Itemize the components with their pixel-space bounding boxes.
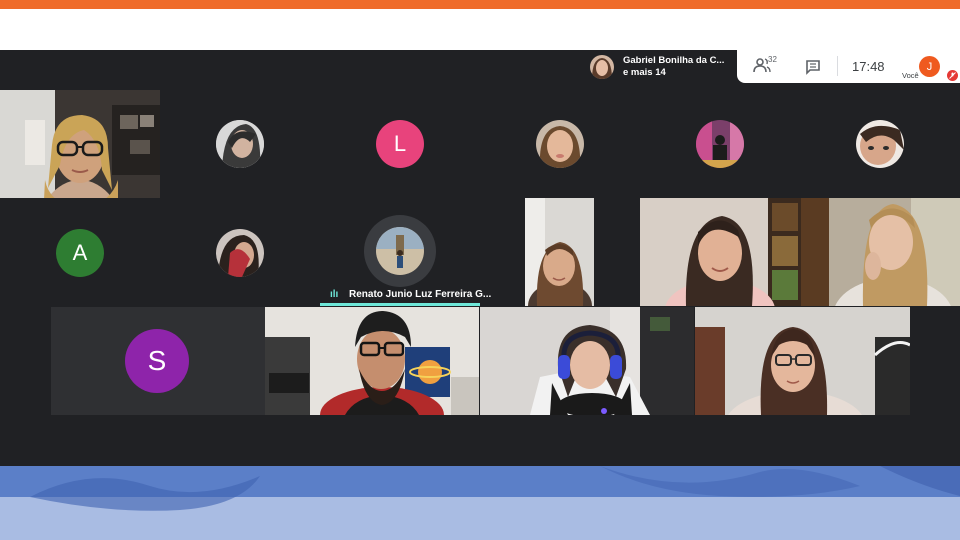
participant-photo bbox=[590, 54, 614, 79]
pinned-speaker-chip[interactable]: Gabriel Bonilha da C... e mais 14 bbox=[585, 50, 737, 83]
participant-photo bbox=[376, 227, 424, 275]
video-feed bbox=[801, 198, 960, 306]
video-feed bbox=[480, 307, 694, 415]
participant-photo-avatar[interactable] bbox=[696, 120, 744, 168]
video-tile-4[interactable] bbox=[801, 198, 960, 306]
avatar-a[interactable]: A bbox=[56, 229, 104, 277]
participant-photo-avatar[interactable] bbox=[856, 120, 904, 168]
participant-photo bbox=[216, 229, 264, 277]
video-feed bbox=[265, 307, 479, 415]
pinned-more: e mais 14 bbox=[623, 66, 666, 78]
tile-s[interactable]: S bbox=[51, 307, 265, 415]
participants-count: 32 bbox=[768, 55, 777, 64]
sound-wave-icon: ılı bbox=[330, 289, 339, 300]
participant-photo bbox=[696, 120, 744, 168]
participants-button[interactable]: 32 bbox=[753, 55, 777, 75]
pinned-avatar bbox=[590, 54, 614, 79]
participant-photo bbox=[856, 120, 904, 168]
avatar-initial: L bbox=[393, 131, 407, 156]
chat-icon bbox=[806, 60, 820, 75]
participant-photo bbox=[216, 120, 264, 168]
participant-photo-avatar[interactable] bbox=[216, 229, 264, 277]
participant-name: Renato Junio Luz Ferreira G... bbox=[349, 289, 492, 300]
screen: L A ılı Renato Junio Luz Ferreira G... S… bbox=[0, 0, 960, 540]
decoration-shapes bbox=[30, 466, 960, 511]
self-initial: J bbox=[926, 60, 933, 73]
video-tile-6[interactable] bbox=[480, 307, 694, 415]
avatar-initial: A bbox=[72, 240, 88, 265]
video-tile-7[interactable] bbox=[695, 307, 910, 415]
avatar-initial: S bbox=[147, 345, 167, 376]
video-feed bbox=[0, 90, 160, 198]
divider bbox=[837, 56, 838, 76]
speaking-indicator bbox=[320, 303, 480, 306]
mic-off-icon bbox=[947, 70, 958, 81]
video-tile-1[interactable] bbox=[0, 90, 160, 198]
video-tile-2[interactable] bbox=[525, 198, 594, 306]
participant-photo bbox=[536, 120, 584, 168]
clock-time: 17:48 bbox=[852, 59, 885, 74]
background-decoration bbox=[0, 466, 960, 540]
participant-photo-avatar[interactable] bbox=[216, 120, 264, 168]
self-avatar[interactable]: J bbox=[919, 56, 940, 77]
video-tile-5[interactable] bbox=[265, 307, 479, 415]
self-label: Você bbox=[902, 71, 919, 80]
video-feed bbox=[695, 307, 910, 415]
chat-button[interactable] bbox=[805, 59, 821, 75]
video-feed bbox=[525, 198, 594, 306]
avatar-l[interactable]: L bbox=[376, 120, 424, 168]
pinned-name: Gabriel Bonilha da C... bbox=[623, 54, 725, 66]
speaking-label: ılı Renato Junio Luz Ferreira G... bbox=[320, 284, 491, 306]
brand-bar bbox=[0, 0, 960, 9]
meeting-toolbar: 32 17:48 J Você bbox=[737, 50, 960, 83]
participant-photo-avatar[interactable] bbox=[536, 120, 584, 168]
video-feed bbox=[640, 198, 801, 306]
header-strip bbox=[0, 9, 960, 50]
participant-photo-avatar[interactable] bbox=[376, 227, 424, 275]
video-tile-3[interactable] bbox=[640, 198, 801, 306]
avatar-s: S bbox=[125, 329, 189, 393]
mic-muted-glyph bbox=[949, 72, 956, 79]
